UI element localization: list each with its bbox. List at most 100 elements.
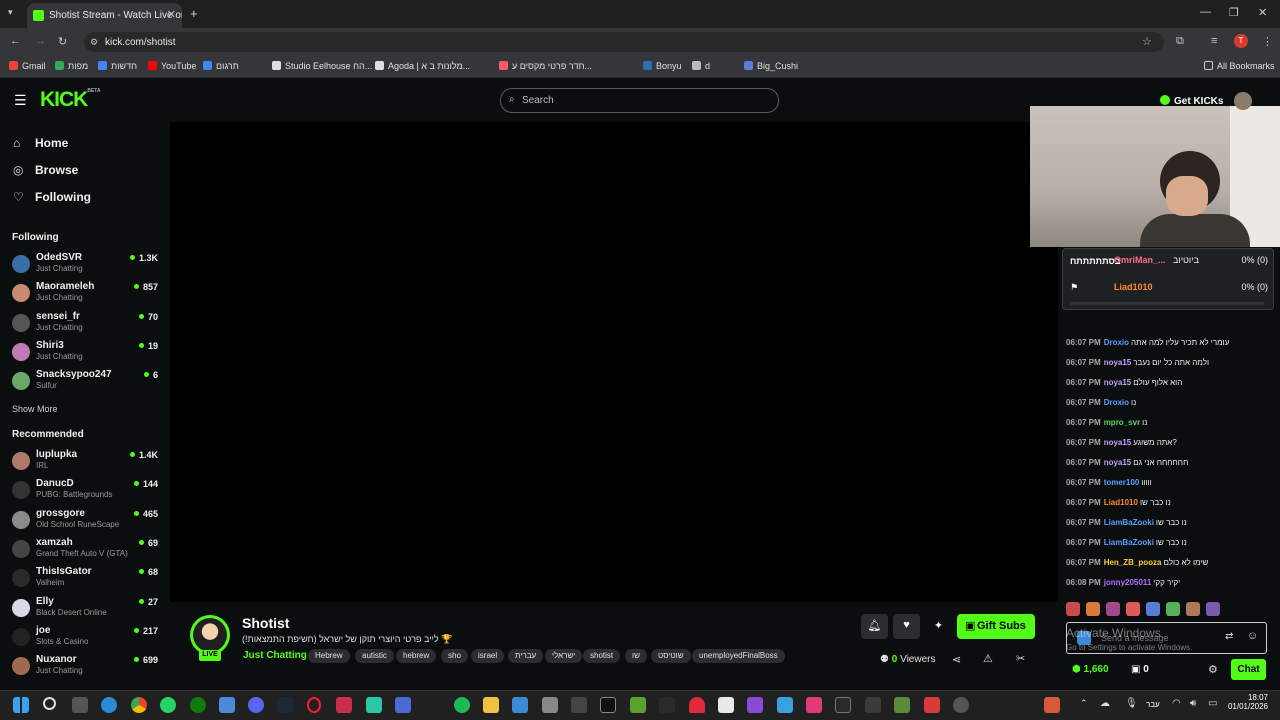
- gift-count[interactable]: ▣ 0: [1131, 664, 1149, 675]
- chrome-icon[interactable]: [131, 697, 147, 713]
- tab-search-icon[interactable]: ▾: [8, 7, 13, 18]
- message-username[interactable]: Droxio: [1104, 338, 1129, 347]
- language-indicator[interactable]: עבר: [1146, 700, 1160, 709]
- channel-item[interactable]: Shiri3 Just Chatting 19: [12, 340, 162, 368]
- share-icon[interactable]: ⋖: [952, 653, 961, 666]
- bookmark-bigcushi[interactable]: Big_Cushi: [744, 61, 798, 71]
- video-player[interactable]: [170, 122, 1058, 602]
- app-icon[interactable]: [571, 697, 587, 713]
- bookmark-d[interactable]: d: [692, 61, 710, 71]
- message-username[interactable]: LiamBaZooki: [1104, 518, 1154, 527]
- app-icon[interactable]: [894, 697, 910, 713]
- stream-tag[interactable]: autistic: [355, 649, 394, 663]
- kick-points[interactable]: ⬢ 1,660: [1072, 664, 1109, 675]
- nav-home[interactable]: ⌂ Home: [13, 136, 68, 150]
- app-icon[interactable]: [865, 697, 881, 713]
- tray-chevron-icon[interactable]: ⌃: [1080, 698, 1088, 709]
- onedrive-icon[interactable]: ☁: [1100, 698, 1110, 709]
- channel-item[interactable]: OdedSVR Just Chatting 1.3K: [12, 252, 162, 280]
- channel-item[interactable]: ThisIsGator Valheim 68: [12, 566, 162, 594]
- whatsapp-icon[interactable]: [160, 697, 176, 713]
- app-icon[interactable]: [366, 697, 382, 713]
- chat-send-button[interactable]: Chat: [1231, 659, 1266, 680]
- xbox-icon[interactable]: [190, 697, 206, 713]
- app-icon[interactable]: [806, 697, 822, 713]
- message-username[interactable]: noya15: [1104, 378, 1132, 387]
- app-icon[interactable]: [219, 697, 235, 713]
- stream-category[interactable]: Just Chatting: [243, 650, 307, 661]
- calculator-icon[interactable]: [395, 697, 411, 713]
- bookmark-youtube[interactable]: YouTube: [148, 61, 196, 71]
- windows-start-icon[interactable]: [13, 697, 29, 713]
- emote-icon[interactable]: [1126, 602, 1140, 616]
- emote-icon[interactable]: [1166, 602, 1180, 616]
- bookmark-agoda[interactable]: Agoda | מלונות ב א...: [375, 61, 470, 71]
- message-username[interactable]: tomer100: [1104, 478, 1140, 487]
- clip-icon[interactable]: ✂: [1016, 652, 1025, 665]
- kick-logo[interactable]: KICKBETA: [40, 88, 101, 112]
- notepad-icon[interactable]: [718, 697, 734, 713]
- app-icon[interactable]: [953, 697, 969, 713]
- stream-tag[interactable]: unemployedFinalBoss: [692, 649, 785, 663]
- minecraft-icon[interactable]: [630, 697, 646, 713]
- stream-tag[interactable]: עברית: [508, 649, 544, 663]
- maximize-icon[interactable]: ❐: [1229, 6, 1239, 19]
- emote-icon[interactable]: [1086, 602, 1100, 616]
- message-username[interactable]: Liad1010: [1104, 498, 1138, 507]
- channel-item[interactable]: DanucD PUBG: Battlegrounds 144: [12, 478, 162, 506]
- message-username[interactable]: noya15: [1104, 458, 1132, 467]
- new-tab-icon[interactable]: +: [190, 6, 198, 21]
- channel-item[interactable]: luplupka IRL 1.4K: [12, 449, 162, 477]
- bookmark-room[interactable]: חדר פרטי מקסים ע...: [499, 61, 592, 71]
- stream-tag[interactable]: sho: [441, 649, 468, 663]
- notification-app-icon[interactable]: [1044, 697, 1060, 713]
- report-icon[interactable]: ⚠: [983, 652, 993, 665]
- app-icon[interactable]: [924, 697, 940, 713]
- reload-icon[interactable]: ↻: [58, 35, 67, 48]
- bookmark-star-icon[interactable]: ☆: [1142, 35, 1152, 48]
- profile-avatar[interactable]: T: [1234, 34, 1248, 48]
- stream-tag[interactable]: שו: [625, 649, 647, 663]
- nav-browse[interactable]: ◎ Browse: [13, 163, 78, 177]
- bookmark-bonyu[interactable]: Bonyu: [643, 61, 682, 71]
- follow-button[interactable]: ♥: [893, 614, 920, 639]
- emote-icon[interactable]: [1186, 602, 1200, 616]
- channel-item[interactable]: xamzah Grand Theft Auto V (GTA) 69: [12, 537, 162, 565]
- close-window-icon[interactable]: ✕: [1258, 6, 1267, 19]
- edge-icon[interactable]: [101, 697, 117, 713]
- capcut-icon[interactable]: [600, 697, 616, 713]
- gift-subs-button[interactable]: ▣ Gift Subs: [957, 614, 1035, 639]
- close-tab-icon[interactable]: ✕: [167, 8, 176, 21]
- sparkle-button[interactable]: ✦: [925, 614, 952, 639]
- bookmark-gmail[interactable]: Gmail: [9, 61, 46, 71]
- heart-app-icon[interactable]: [689, 697, 705, 713]
- channel-item[interactable]: joe Slots & Casino 217: [12, 625, 162, 653]
- channel-item[interactable]: Elly Black Desert Online 27: [12, 596, 162, 624]
- channel-item[interactable]: Maorameleh Just Chatting 857: [12, 281, 162, 309]
- volume-icon[interactable]: 🔊︎: [1190, 698, 1196, 709]
- message-username[interactable]: noya15: [1104, 358, 1132, 367]
- wifi-icon[interactable]: ◠: [1172, 698, 1181, 709]
- url-field[interactable]: ⚙ kick.com/shotist: [84, 32, 1164, 52]
- app-icon[interactable]: [747, 697, 763, 713]
- emote-icon[interactable]: [1206, 602, 1220, 616]
- browser-tab[interactable]: Shotist Stream - Watch Live on ✕: [27, 3, 182, 28]
- bookmark-news[interactable]: חדשות: [98, 61, 137, 71]
- streamer-avatar[interactable]: [190, 615, 230, 655]
- show-more-link[interactable]: Show More: [12, 404, 58, 414]
- file-explorer-icon[interactable]: [483, 697, 499, 713]
- hamburger-menu-icon[interactable]: ☰: [14, 92, 27, 109]
- notifications-button[interactable]: 🔔︎: [861, 614, 888, 639]
- stream-tag[interactable]: Hebrew: [308, 649, 350, 663]
- opera-icon[interactable]: [307, 697, 321, 713]
- menu-kebab-icon[interactable]: ⋮: [1262, 35, 1273, 48]
- bookmark-studio[interactable]: Studio Eelhouse הח...: [272, 61, 372, 71]
- stream-tag[interactable]: שוטיסט: [651, 649, 691, 663]
- chat-settings-icon[interactable]: ⚙: [1208, 663, 1218, 676]
- search-input[interactable]: ⌕ Search: [500, 88, 779, 113]
- channel-item[interactable]: Nuxanor Just Chatting 699: [12, 654, 162, 682]
- back-icon[interactable]: ←: [10, 35, 21, 47]
- stream-tag[interactable]: hebrew: [396, 649, 437, 663]
- translate-icon[interactable]: ⇄: [1225, 631, 1233, 642]
- nav-following[interactable]: ♡ Following: [13, 190, 91, 204]
